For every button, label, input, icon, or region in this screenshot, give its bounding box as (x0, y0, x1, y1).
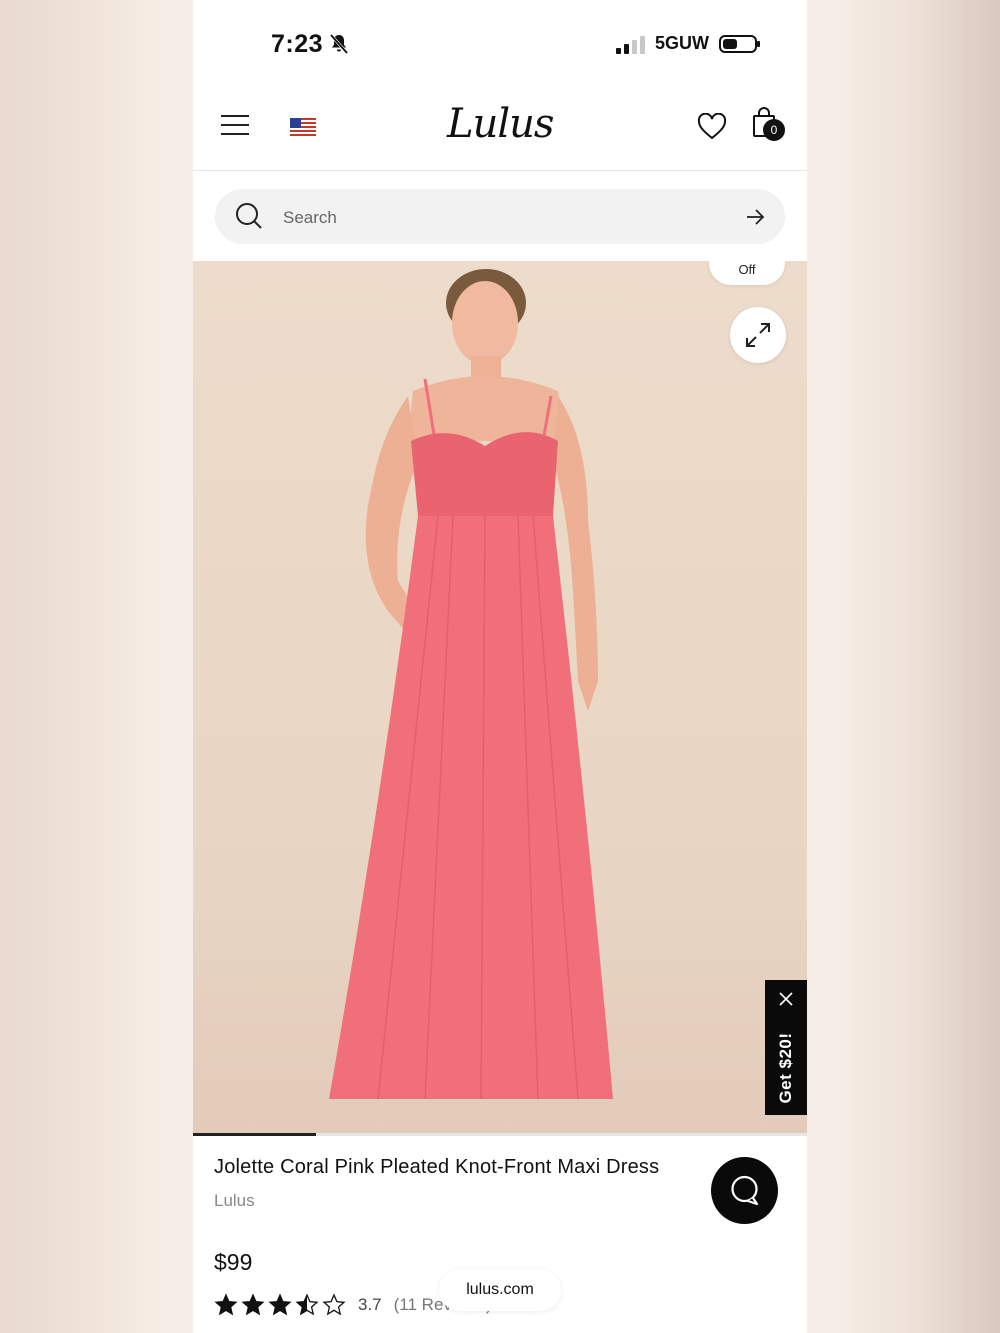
rating-stars (214, 1293, 346, 1317)
star-icon (241, 1293, 265, 1316)
promo-label: Get $20! (776, 1032, 795, 1104)
signal-icon (616, 34, 645, 54)
chat-button[interactable] (711, 1157, 778, 1224)
battery-icon (719, 34, 760, 53)
chat-icon (731, 1175, 759, 1206)
product-brand[interactable]: Lulus (214, 1191, 255, 1211)
search-bar[interactable] (215, 189, 785, 246)
browser-url[interactable]: lulus.com (439, 1269, 561, 1311)
star-icon (322, 1293, 346, 1316)
search-input[interactable] (281, 189, 725, 246)
network-label: 5GUW (655, 33, 709, 53)
hamburger-menu-icon[interactable] (221, 115, 249, 137)
star-icon (295, 1293, 319, 1316)
status-time: 7:23 (271, 30, 324, 58)
status-indicators: 5GUW (616, 33, 760, 54)
rating-value: 3.7 (358, 1295, 382, 1314)
product-image[interactable]: Off Get $20! (193, 261, 807, 1135)
product-title: Jolette Coral Pink Pleated Knot-Front Ma… (214, 1156, 660, 1178)
gallery-progress-fill (193, 1133, 316, 1136)
arrow-right-icon[interactable] (745, 208, 765, 226)
expand-icon (746, 323, 770, 347)
expand-button[interactable] (730, 307, 786, 363)
star-icon (214, 1293, 238, 1316)
promo-tab[interactable]: Get $20! (765, 980, 807, 1115)
size-selector[interactable]: Off (709, 261, 785, 285)
site-logo[interactable]: Lulus (447, 101, 554, 147)
heart-icon[interactable] (697, 113, 727, 141)
site-header: Lulus 0 (193, 95, 807, 171)
star-icon (268, 1293, 292, 1316)
us-flag-icon[interactable] (290, 118, 316, 136)
product-price: $99 (214, 1249, 253, 1275)
search-icon (236, 203, 262, 229)
close-icon[interactable] (777, 990, 795, 1008)
phone-screen: 7:23 5GUW Lulus 0 Search Off Get $20! Jo… (193, 0, 807, 1333)
model-photo (329, 269, 613, 1100)
bell-muted-icon (329, 34, 349, 54)
gallery-progress (193, 1133, 807, 1136)
cart-count-badge[interactable]: 0 (763, 119, 785, 141)
